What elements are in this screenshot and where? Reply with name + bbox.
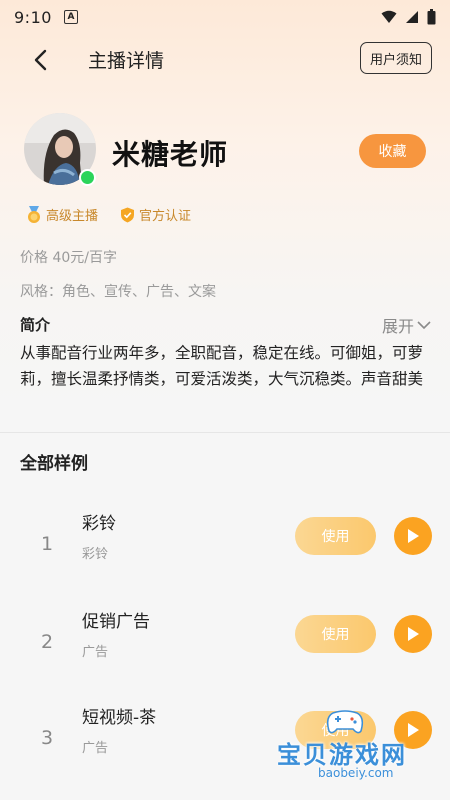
back-button[interactable] (28, 46, 56, 74)
online-status-indicator (79, 169, 96, 186)
page-title: 主播详情 (88, 50, 165, 72)
battery-icon (427, 9, 436, 25)
sample-index: 1 (41, 533, 54, 555)
signal-icon (406, 11, 418, 23)
chevron-down-icon (417, 321, 431, 330)
sample-row[interactable]: 2 促销广告 广告 使用 (0, 607, 450, 697)
host-name: 米糖老师 (112, 138, 229, 171)
sample-name: 彩铃 (82, 514, 116, 534)
use-button[interactable]: 使用 (295, 711, 376, 749)
intro-text: 从事配音行业两年多，全职配音，稳定在线。可御姐，可萝莉，擅长温柔抒情类，可爱活泼… (20, 344, 424, 388)
status-bar: 9:10 A (0, 0, 450, 34)
samples-heading: 全部样例 (20, 454, 88, 474)
badge-official-verified: 官方认证 (120, 205, 191, 224)
sample-name: 促销广告 (82, 612, 150, 632)
section-divider (0, 432, 450, 433)
medal-icon (28, 205, 40, 223)
wifi-icon (381, 10, 397, 23)
nav-bar: 主播详情 用户须知 (0, 38, 450, 82)
chevron-left-icon (34, 49, 47, 71)
use-button[interactable]: 使用 (295, 615, 376, 653)
sample-row[interactable]: 3 短视频-茶 广告 使用 (0, 703, 450, 793)
sample-tag: 广告 (82, 645, 109, 660)
verified-shield-icon (121, 207, 135, 222)
play-icon (408, 723, 419, 737)
use-button[interactable]: 使用 (295, 517, 376, 555)
user-notice-button[interactable]: 用户须知 (359, 42, 432, 74)
play-button[interactable] (394, 615, 432, 653)
sample-tag: 彩铃 (82, 547, 109, 562)
play-icon (408, 529, 419, 543)
host-badges: 高级主播 官方认证 (26, 205, 191, 224)
notification-icon: A (63, 10, 78, 24)
play-button[interactable] (394, 711, 432, 749)
sample-row[interactable]: 1 彩铃 彩铃 使用 (0, 509, 450, 599)
play-icon (408, 627, 419, 641)
badge-label: 高级主播 (46, 209, 99, 224)
status-icons (381, 9, 436, 25)
badge-label: 官方认证 (139, 209, 192, 224)
style-text: 风格：角色、宣传、广告、文案 (20, 284, 216, 300)
sample-tag: 广告 (82, 741, 109, 756)
sample-name: 短视频-茶 (82, 708, 157, 728)
status-time: 9:10 (14, 7, 52, 27)
sample-index: 3 (41, 727, 54, 749)
favorite-button[interactable]: 收藏 (359, 134, 426, 168)
play-button[interactable] (394, 517, 432, 555)
expand-label: 展开 (381, 317, 414, 336)
sample-index: 2 (41, 631, 54, 653)
expand-button[interactable]: 展开 (382, 313, 432, 337)
price-text: 价格 40元/百字 (20, 250, 117, 266)
intro-heading: 简介 (20, 316, 51, 334)
badge-senior-host: 高级主播 (26, 205, 98, 224)
